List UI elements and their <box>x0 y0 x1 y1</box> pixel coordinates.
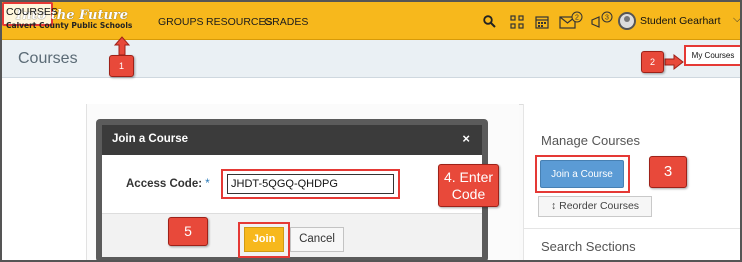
callout-4-line1: 4. Enter <box>443 169 494 185</box>
modal-body: Access Code: * <box>102 155 482 213</box>
join-a-course-button[interactable]: Join a Course <box>540 160 624 188</box>
screenshot-frame: Into the Future Calvert County Public Sc… <box>0 0 742 262</box>
search-sections-heading: Search Sections <box>541 239 636 254</box>
join-course-modal: Join a Course × Access Code: * Join Canc… <box>102 125 482 258</box>
callout-4-line2: Code <box>451 186 486 202</box>
callout-4: 4. Enter Code <box>438 164 499 207</box>
access-code-label-text: Access Code: <box>126 178 203 190</box>
required-marker: * <box>205 178 210 190</box>
manage-courses-heading: Manage Courses <box>541 133 640 148</box>
divider <box>523 228 740 229</box>
join-button[interactable]: Join <box>244 227 284 252</box>
modal-title: Join a Course <box>112 133 189 145</box>
callout-5: 5 <box>168 217 208 246</box>
close-icon[interactable]: × <box>462 131 470 146</box>
access-code-input[interactable] <box>227 174 394 194</box>
modal-header: Join a Course × <box>102 125 482 155</box>
arrow-right-2 <box>664 53 684 71</box>
callout-1: 1 <box>109 55 134 77</box>
callout-2: 2 <box>641 51 664 73</box>
access-code-label: Access Code: * <box>126 178 210 190</box>
modal-footer: Join Cancel <box>102 213 482 258</box>
arrow-up-1 <box>113 36 131 56</box>
reorder-label: Reorder Courses <box>559 200 640 212</box>
reorder-courses-button[interactable]: ↕ Reorder Courses <box>538 196 652 217</box>
reorder-icon: ↕ <box>550 200 557 212</box>
callout-3: 3 <box>649 156 687 188</box>
cancel-button[interactable]: Cancel <box>290 227 344 252</box>
